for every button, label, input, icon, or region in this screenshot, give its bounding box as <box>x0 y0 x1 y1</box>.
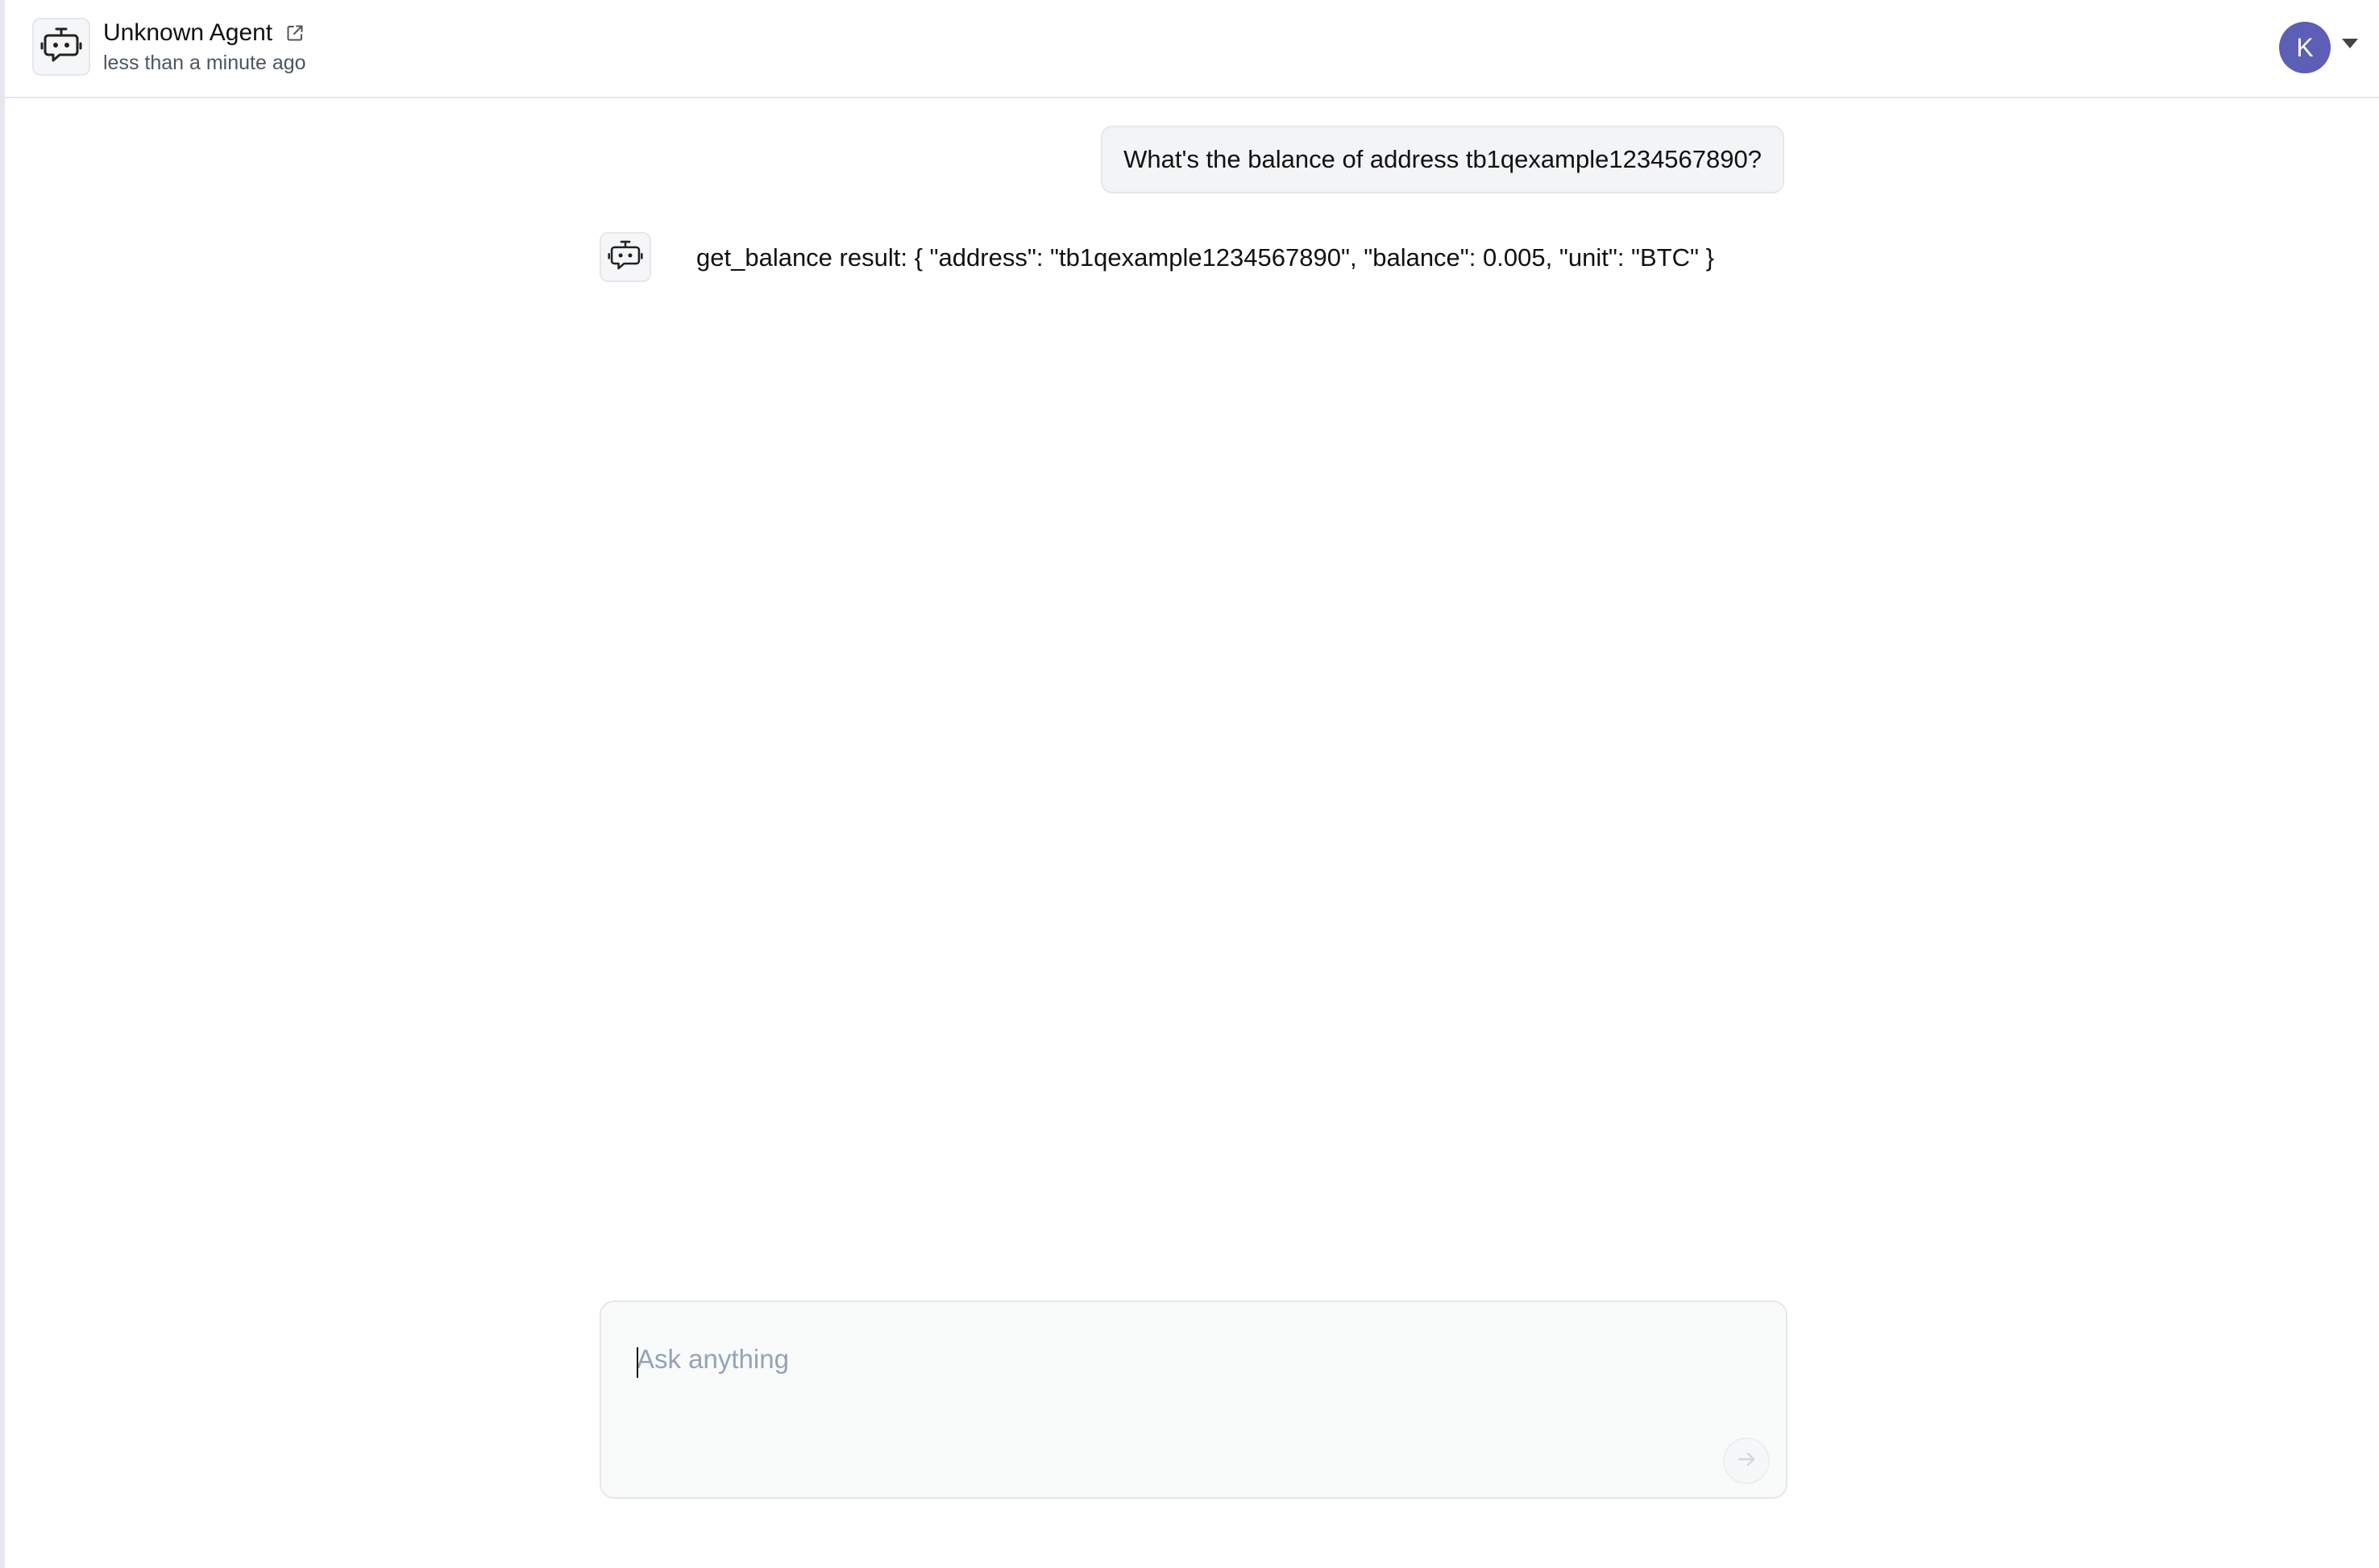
robot-chat-icon <box>608 238 643 277</box>
assistant-avatar <box>600 232 651 282</box>
chat-header: Unknown Agent less than a minute ago K <box>5 0 2379 98</box>
arrow-right-icon <box>1734 1447 1758 1475</box>
user-avatar[interactable]: K <box>2279 22 2331 73</box>
text-cursor <box>637 1347 638 1378</box>
robot-chat-icon <box>40 24 82 70</box>
message-input[interactable] <box>637 1344 1733 1441</box>
chat-app: Unknown Agent less than a minute ago K W… <box>0 0 2379 1568</box>
conversation-timestamp: less than a minute ago <box>103 52 306 74</box>
agent-avatar <box>32 18 90 76</box>
external-link-icon[interactable] <box>284 22 306 44</box>
agent-title: Unknown Agent <box>103 19 306 47</box>
assistant-message: get_balance result: { "address": "tb1qex… <box>696 243 1715 272</box>
send-button[interactable] <box>1723 1437 1770 1484</box>
message-composer <box>600 1300 1787 1499</box>
user-message: What's the balance of address tb1qexampl… <box>1101 126 1784 193</box>
agent-name-label: Unknown Agent <box>103 19 273 46</box>
caret-down-icon[interactable] <box>2342 39 2358 48</box>
